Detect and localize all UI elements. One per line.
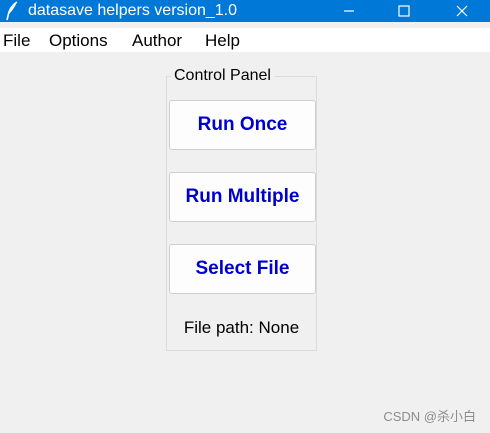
menu-author[interactable]: Author (132, 28, 182, 52)
close-button[interactable] (439, 0, 485, 22)
menu-options[interactable]: Options (49, 28, 108, 52)
run-once-button[interactable]: Run Once (169, 100, 316, 150)
file-path-readout: File path: None (166, 318, 317, 338)
run-multiple-button[interactable]: Run Multiple (169, 172, 316, 222)
select-file-button[interactable]: Select File (169, 244, 316, 294)
watermark: CSDN @杀小白 (383, 409, 476, 424)
window-title: datasave helpers version_1.0 (28, 2, 238, 19)
file-path-label: File path: (183, 318, 254, 337)
menu-bar: File Options Author Help (0, 28, 490, 52)
close-icon (456, 5, 468, 17)
menu-help[interactable]: Help (205, 28, 240, 52)
title-bar[interactable]: datasave helpers version_1.0 (0, 0, 490, 22)
minimize-button[interactable] (326, 0, 372, 22)
minimize-icon (344, 10, 354, 12)
menu-file[interactable]: File (3, 28, 30, 52)
file-path-value: None (258, 318, 300, 337)
feather-icon (4, 1, 20, 21)
maximize-icon (398, 5, 410, 17)
maximize-button[interactable] (381, 0, 427, 22)
control-panel-label: Control Panel (171, 66, 274, 86)
